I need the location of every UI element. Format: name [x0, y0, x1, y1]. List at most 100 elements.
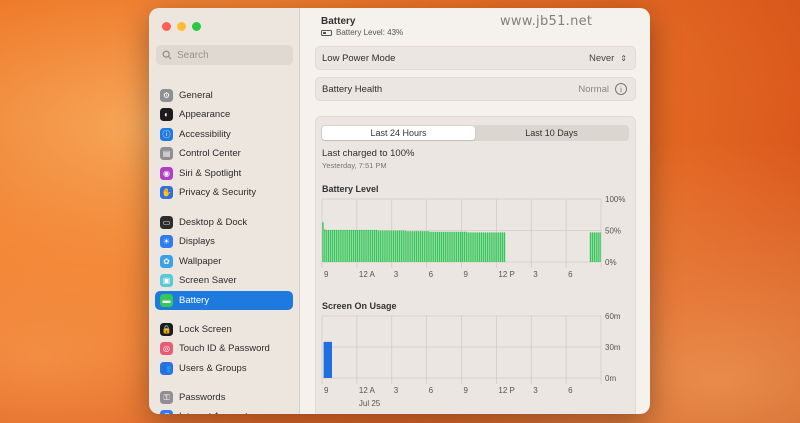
bar-mark: [498, 232, 500, 262]
sidebar-item-label: Appearance: [179, 109, 231, 120]
bar-mark: [375, 229, 378, 262]
last-charged-text: Last charged to 100%: [322, 148, 415, 159]
sidebar-item-at[interactable]: @ Internet Accounts: [155, 407, 293, 414]
bar-mark: [362, 229, 364, 262]
bar-mark: [482, 232, 485, 262]
bar-mark: [438, 231, 441, 262]
tab-last-24-hours[interactable]: Last 24 Hours: [322, 126, 475, 140]
search-icon: [162, 50, 172, 60]
bar-mark: [343, 229, 345, 262]
bar-mark: [478, 232, 481, 262]
bar-mark: [379, 230, 381, 262]
x-tick-label: 9: [464, 386, 469, 395]
bar-mark: [484, 232, 487, 262]
bar-mark: [440, 231, 443, 262]
bar-mark: [595, 232, 597, 262]
y-tick-label: 50%: [605, 227, 621, 236]
sidebar-item-label: Passwords: [179, 392, 226, 403]
sidebar-item-wallpaper[interactable]: ✿ Wallpaper: [155, 252, 293, 271]
sidebar-item-key[interactable]: ⚿ Passwords: [155, 388, 293, 407]
date-label: Jul 25: [359, 399, 381, 408]
info-icon[interactable]: i: [615, 83, 627, 95]
tab-last-10-days[interactable]: Last 10 Days: [475, 126, 628, 140]
watermark: www.jb51.net: [500, 14, 593, 29]
bar-mark: [442, 231, 445, 262]
bar-mark: [494, 232, 496, 262]
users-icon: 👥: [160, 362, 173, 375]
bar-mark: [352, 229, 355, 262]
bar-mark: [326, 229, 328, 262]
bar-mark: [599, 232, 601, 262]
minimize-button[interactable]: [177, 22, 186, 31]
battery-health-status: Normal i: [578, 83, 627, 95]
key-icon: ⚿: [160, 391, 173, 404]
bar-mark: [360, 229, 362, 262]
search-input[interactable]: Search: [156, 45, 293, 65]
bar-mark: [436, 231, 439, 262]
bar-mark: [349, 229, 351, 262]
bar-mark: [347, 229, 349, 262]
low-power-mode-popup[interactable]: Never ⇕: [589, 53, 627, 64]
sidebar-item-battery[interactable]: ▬ Battery: [155, 291, 293, 310]
dock-icon: ▭: [160, 216, 173, 229]
bar-mark: [433, 231, 435, 262]
bar-mark: [457, 231, 460, 262]
x-tick-label: 3: [394, 270, 399, 279]
sidebar-item-dock[interactable]: ▭ Desktop & Dock: [155, 213, 293, 232]
bar-mark: [404, 230, 406, 262]
battery-level-chart-title: Battery Level: [322, 184, 379, 194]
x-tick-label: 9: [324, 270, 329, 279]
sidebar-item-hand[interactable]: ✋ Privacy & Security: [155, 183, 293, 202]
bar-mark: [323, 341, 332, 378]
y-tick-label: 0%: [605, 258, 617, 267]
x-tick-label: 3: [533, 270, 538, 279]
sidebar-item-fingerprint[interactable]: ◎ Touch ID & Password: [155, 339, 293, 358]
bar-mark: [499, 232, 502, 262]
sidebar-item-gear[interactable]: ⚙ General: [155, 86, 293, 105]
sidebar-item-lock[interactable]: 🔒 Lock Screen: [155, 320, 293, 339]
sidebar-item-label: Screen Saver: [179, 275, 237, 286]
screen-on-usage-chart-title: Screen On Usage: [322, 301, 397, 311]
bar-mark: [492, 232, 494, 262]
bar-mark: [356, 229, 359, 262]
bar-mark: [446, 231, 448, 262]
x-tick-label: 12 P: [498, 270, 514, 279]
bar-mark: [339, 229, 341, 262]
control-center-icon: ▤: [160, 147, 173, 160]
bar-mark: [490, 232, 492, 262]
close-button[interactable]: [162, 22, 171, 31]
bar-mark: [463, 231, 466, 262]
sidebar-item-users[interactable]: 👥 Users & Groups: [155, 359, 293, 378]
sidebar-item-screen-saver[interactable]: ▣ Screen Saver: [155, 271, 293, 290]
sidebar-item-label: Wallpaper: [179, 256, 222, 267]
bar-mark: [496, 232, 498, 262]
bar-mark: [452, 231, 454, 262]
displays-icon: ☀: [160, 235, 173, 248]
bar-mark: [354, 229, 357, 262]
sidebar-item-siri[interactable]: ◉ Siri & Spotlight: [155, 164, 293, 183]
low-power-mode-value: Never: [588, 52, 615, 64]
battery-level-chart: 100% 50% 0% 9 12 A 3 6 9 12 P 3 6: [321, 195, 625, 279]
bar-mark: [415, 231, 418, 262]
bar-mark: [477, 232, 479, 262]
sidebar-item-displays[interactable]: ☀ Displays: [155, 232, 293, 251]
low-power-mode-row: Low Power Mode Never ⇕: [315, 46, 636, 70]
hand-icon: ✋: [160, 186, 173, 199]
low-power-mode-label: Low Power Mode: [322, 52, 396, 64]
bar-mark: [429, 231, 431, 262]
bar-mark: [400, 230, 402, 262]
x-tick-label: 6: [568, 386, 573, 395]
sidebar-item-control-center[interactable]: ▤ Control Center: [155, 144, 293, 163]
bar-mark: [454, 231, 456, 262]
usage-history-panel: Last 24 Hours Last 10 Days Last charged …: [315, 116, 636, 414]
bar-mark: [381, 230, 383, 262]
bar-mark: [591, 232, 594, 262]
sidebar-item-accessibility[interactable]: ⓘ Accessibility: [155, 125, 293, 144]
bar-mark: [486, 232, 488, 262]
zoom-button[interactable]: [192, 22, 201, 31]
x-tick-label: 3: [394, 386, 399, 395]
sidebar-item-appearance[interactable]: ◐ Appearance: [155, 105, 293, 124]
bar-mark: [408, 231, 410, 262]
bar-mark: [488, 232, 490, 262]
bar-mark: [475, 232, 477, 262]
